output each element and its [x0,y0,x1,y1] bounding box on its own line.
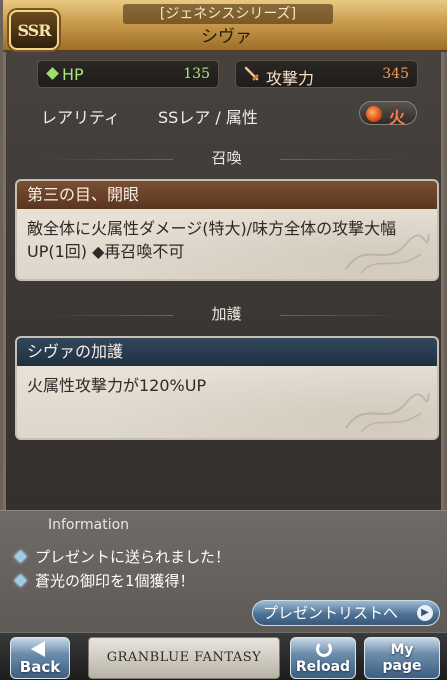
fire-element-icon [366,106,382,122]
reload-icon [316,641,332,657]
info-message-text: 蒼光の御印を1個獲得！ [35,572,195,590]
aura-section-title: 加護 [3,303,447,327]
summon-name: シヴァ [201,27,252,47]
back-label: Back [19,658,61,676]
hp-diamond-icon [46,67,59,80]
reload-label: Reload [295,659,351,675]
aura-skill-name: シヴァの加護 [17,338,437,366]
hp-value: 135 [183,66,210,82]
frame-edge-left [3,52,6,510]
aura-skill-card: シヴァの加護 火属性攻撃力が120%UP [15,336,439,440]
present-list-label: プレゼントリストへ [263,604,399,622]
summon-skill-card: 第三の目、開眼 敵全体に火属性ダメージ(特大)/味方全体の攻撃大幅UP(1回) … [15,179,439,281]
game-logo: GRANBLUE FANTASY [88,637,280,679]
hp-stat: HP 135 [37,60,219,88]
summon-section-title: 召喚 [3,147,447,171]
info-message: プレゼントに送られました！ [14,546,231,567]
info-message-text: プレゼントに送られました！ [35,548,231,566]
ornament-icon [345,392,430,433]
reload-button[interactable]: Reload [290,637,356,679]
hp-label: HP [62,65,84,84]
diamond-bullet-icon [14,574,27,587]
attack-stat: 攻撃力 345 [235,60,418,88]
mypage-button[interactable]: My page [364,637,440,679]
sword-icon [244,66,259,81]
attack-label: 攻撃力 [266,69,315,88]
summon-detail-panel: SSR [ジェネシスシリーズ] シヴァ HP 135 攻撃力 345 レアリティ… [0,0,447,510]
information-panel: Information プレゼントに送られました！ 蒼光の御印を1個獲得！ プレ… [0,510,447,632]
arrow-right-icon: ▶ [417,605,433,621]
back-button[interactable]: Back [10,637,70,679]
present-list-button[interactable]: プレゼントリストへ ▶ [252,600,440,626]
mypage-label-line1: My [390,642,414,658]
information-title: Information [48,517,130,533]
game-logo-text: GRANBLUE FANTASY [106,650,262,665]
frame-edge-right [441,52,444,510]
info-message: 蒼光の御印を1個獲得！ [14,570,195,591]
series-label: [ジェネシスシリーズ] [123,4,333,24]
back-arrow-icon [31,641,45,657]
bottom-navigation: Back GRANBLUE FANTASY Reload My page [0,632,447,680]
element-label: 火 [389,108,406,127]
ornament-icon [345,233,430,274]
summon-header: SSR [ジェネシスシリーズ] シヴァ [3,0,447,52]
mypage-label-line2: page [382,658,422,674]
rarity-value: SSレア / 属性 [158,108,258,127]
diamond-bullet-icon [14,550,27,563]
rarity-label: レアリティ [41,108,121,127]
attack-value: 345 [382,66,409,82]
element-badge: 火 [359,101,417,127]
summon-skill-name: 第三の目、開眼 [17,181,437,209]
